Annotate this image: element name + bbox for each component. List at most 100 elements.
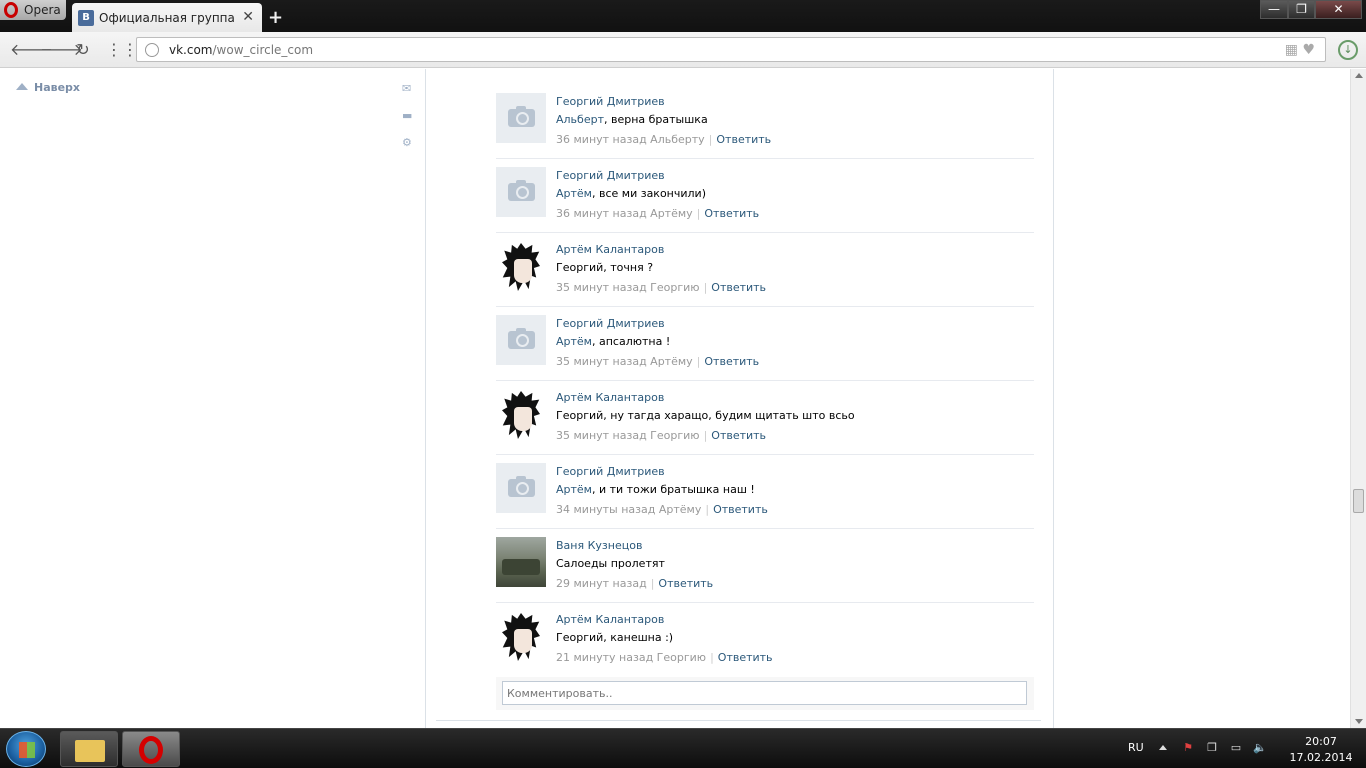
comment-timestamp[interactable]: 35 минут назад Георгию [556,281,700,294]
avatar-placeholder-camera-icon[interactable] [496,93,546,143]
comment-author-link[interactable]: Георгий Дмитриев [556,317,665,330]
camera-icon [508,476,535,497]
comment-timestamp[interactable]: 34 минуты назад Артёму [556,503,701,516]
reply-link[interactable]: Ответить [718,651,773,664]
taskbar-explorer-button[interactable] [60,731,118,767]
scroll-up-link[interactable]: Наверх [16,81,80,94]
gear-icon[interactable]: ⚙ [402,136,412,149]
back-icon[interactable]: 🡐 [10,40,53,60]
site-info-icon[interactable] [145,42,159,57]
new-tab-icon[interactable]: + [268,7,283,28]
page-scrollbar[interactable] [1350,69,1366,728]
browser-tab[interactable]: В Официальная группа про ✕ [72,3,262,32]
separator: | [650,577,655,590]
opera-menu-button[interactable]: Opera [0,0,66,20]
comment-timestamp[interactable]: 35 минут назад Артёму [556,355,693,368]
tab-close-icon[interactable]: ✕ [242,9,254,25]
clipboard-icon[interactable]: ❐ [1205,741,1219,755]
forward-icon[interactable]: 🡒 [40,40,83,60]
comment-text: Салоеды пролетят [556,557,665,570]
avatar[interactable] [496,537,546,587]
separator: | [703,429,708,442]
scroll-up-arrow-icon[interactable] [1355,73,1363,78]
separator: | [708,133,713,146]
maximize-button[interactable]: ❐ [1288,0,1315,19]
taskbar-opera-button[interactable] [122,731,180,767]
camera-icon [508,106,535,127]
comment-author-link[interactable]: Артём Калантаров [556,613,664,626]
reply-link[interactable]: Ответить [711,281,766,294]
avatar-face [514,259,532,283]
avatar[interactable] [496,611,546,661]
speed-dial-icon[interactable]: ⋮⋮ [106,40,138,60]
comment-input[interactable] [502,681,1027,705]
address-bar[interactable]: vk.com/wow_circle_com ▦ ♥ [136,37,1326,62]
action-center-flag-icon[interactable]: ⚑ [1181,741,1195,755]
comment-body: Георгий, точня ? [556,261,654,274]
avatar-placeholder-camera-icon[interactable] [496,167,546,217]
avatar-placeholder-camera-icon[interactable] [496,315,546,365]
comment-author-link[interactable]: Георгий Дмитриев [556,169,665,182]
url-text: vk.com/wow_circle_com [169,43,313,57]
comment-author-link[interactable]: Георгий Дмитриев [556,95,665,108]
avatar[interactable] [496,389,546,439]
comment-author-link[interactable]: Артём Калантаров [556,243,664,256]
comment-text: Артём, все ми закончили) [556,187,706,200]
comment-icon[interactable]: ▬ [402,109,412,122]
mention-link[interactable]: Артём [556,187,592,200]
close-window-button[interactable]: ✕ [1315,0,1362,19]
comment-body: , апсалютна ! [591,335,671,348]
network-icon[interactable]: ▭ [1229,741,1243,755]
reply-link[interactable]: Ответить [713,503,768,516]
scrollbar-thumb[interactable] [1353,489,1364,513]
left-column: Наверх ✉ ▬ ⚙ [0,69,426,728]
clock-date: 17.02.2014 [1289,751,1353,764]
reload-icon[interactable]: ↻ [73,40,93,60]
reply-link[interactable]: Ответить [704,207,759,220]
url-domain: vk.com [169,42,213,57]
tray-clock[interactable]: 20:07 17.02.2014 [1286,734,1356,766]
avatar-face [514,629,532,653]
avatar-photo-detail [502,559,540,575]
comment-author-link[interactable]: Георгий Дмитриев [556,465,665,478]
minimize-button[interactable]: — [1260,0,1288,19]
mention-link[interactable]: Артём [556,483,592,496]
comment-item: Артём Калантаров Георгий, точня ? 35 минут… [496,233,1034,307]
language-indicator[interactable]: RU [1128,741,1144,754]
comment-timestamp[interactable]: 36 минут назад Альберту [556,133,705,146]
comment-timestamp[interactable]: 35 минут назад Георгию [556,429,700,442]
avatar-placeholder-camera-icon[interactable] [496,463,546,513]
url-path: /wow_circle_com [212,42,314,57]
reply-link[interactable]: Ответить [704,355,759,368]
comment-item: Ваня Кузнецов Салоеды пролетят 29 минут на… [496,529,1034,603]
volume-icon[interactable]: 🔈 [1253,741,1267,755]
comment-timestamp[interactable]: 36 минут назад Артёму [556,207,693,220]
scroll-down-arrow-icon[interactable] [1355,719,1363,724]
comment-body: , верна братышка [603,113,708,126]
comment-author-link[interactable]: Артём Калантаров [556,391,664,404]
tray-expand-icon[interactable] [1159,745,1167,750]
page-content: Наверх ✉ ▬ ⚙ 36 минут назад Георгию|Отве… [0,69,1350,728]
window-title-bar: Opera В Официальная группа про ✕ + — ❐ ✕ [0,0,1366,32]
mention-link[interactable]: Артём [556,335,592,348]
reply-link[interactable]: Ответить [716,133,771,146]
bookmark-heart-icon[interactable]: ▦ ♥ [1285,42,1315,58]
comments-column: 36 минут назад Георгию|ОтветитьГеоргий Д… [425,69,1054,728]
download-icon[interactable]: ↓ [1338,40,1358,60]
reply-link[interactable]: Ответить [711,429,766,442]
comment-item: Георгий Дмитриев Артём, апсалютна ! 35 мин… [496,307,1034,381]
comment-timestamp[interactable]: 29 минут назад [556,577,647,590]
mention-link[interactable]: Альберт [556,113,604,126]
comment-item: Артём Калантаров Георгий, канешна :) 21 ми… [496,603,1034,677]
comment-text: Георгий, канешна :) [556,631,673,644]
comment-text: Георгий, точня ? [556,261,653,274]
avatar[interactable] [496,241,546,291]
comment-timestamp[interactable]: 21 минуту назад Георгию [556,651,706,664]
start-button[interactable] [6,731,46,767]
separator: | [696,207,701,220]
comment-author-link[interactable]: Ваня Кузнецов [556,539,642,552]
separator: | [696,355,701,368]
camera-icon [508,180,535,201]
mail-icon[interactable]: ✉ [402,82,411,95]
reply-link[interactable]: Ответить [658,577,713,590]
